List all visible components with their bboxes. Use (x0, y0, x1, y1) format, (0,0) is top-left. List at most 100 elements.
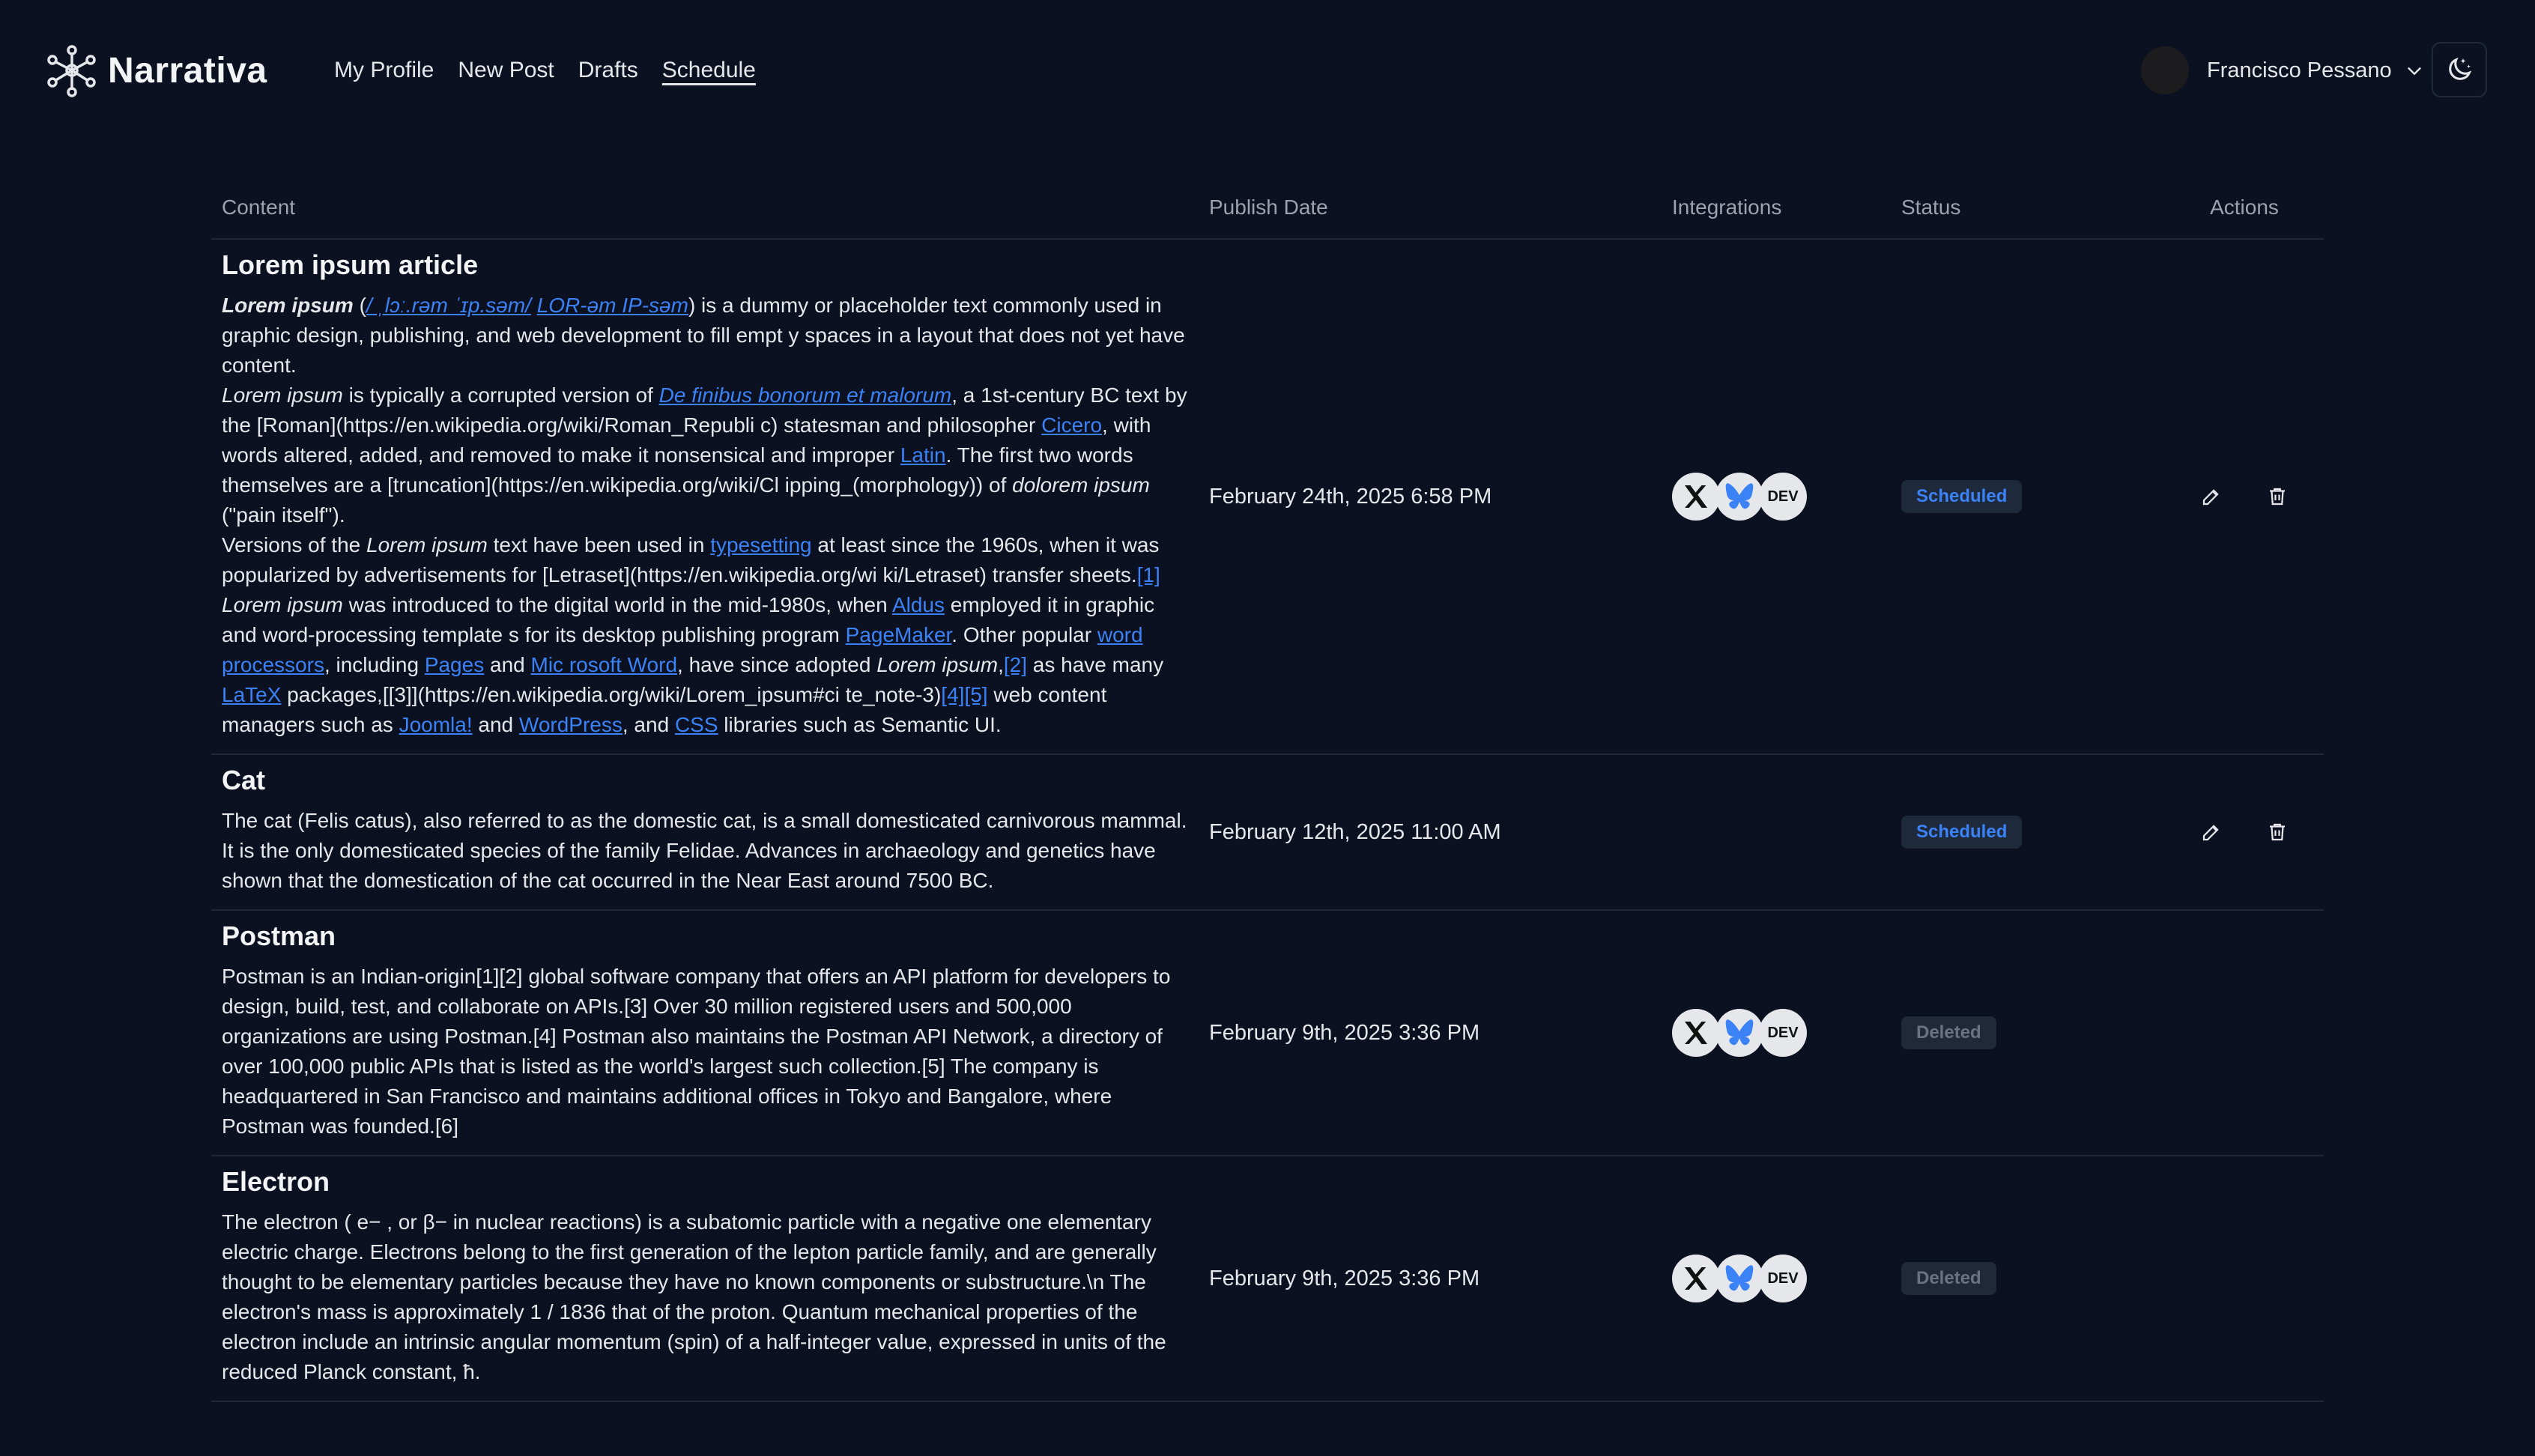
main-nav: My Profile New Post Drafts Schedule (334, 55, 756, 85)
content-cell: Electron The electron ( e− , or β− in nu… (211, 1156, 1199, 1402)
link[interactable]: Latin (900, 443, 946, 467)
row-actions (2175, 482, 2313, 512)
status-cell: Scheduled (1891, 754, 2165, 911)
header-publish-date: Publish Date (1199, 177, 1662, 240)
publish-date: February 24th, 2025 6:58 PM (1209, 484, 1492, 509)
app-name: Narrativa (108, 50, 267, 91)
post-title: Lorem ipsum article (222, 249, 479, 280)
table-header-row: Content Publish Date Integrations Status… (211, 177, 2324, 240)
dev-icon: DEV (1759, 1255, 1807, 1302)
moon-stars-icon (2449, 57, 2472, 80)
dev-icon: DEV (1759, 473, 1807, 521)
link[interactable]: Joomla! (399, 713, 473, 736)
x-icon (1672, 1009, 1720, 1057)
paragraph-1: Lorem ipsum (/ ˌlɔː.rəm ˈɪp.səm/ LOR-əm … (222, 294, 1185, 377)
nav-schedule[interactable]: Schedule (662, 55, 756, 85)
status-cell: Deleted (1891, 1156, 2165, 1402)
bluesky-icon (1715, 1255, 1763, 1302)
link[interactable]: [4] (941, 683, 964, 706)
link[interactable]: [5] (964, 683, 987, 706)
content-cell: Postman Postman is an Indian-origin[1][2… (211, 910, 1199, 1156)
integration-icons: DEV (1672, 473, 1880, 521)
integrations-cell: DEV (1662, 1156, 1891, 1402)
top-bar: Narrativa My Profile New Post Drafts Sch… (0, 0, 2535, 142)
content-cell: Cat The cat (Felis catus), also referred… (211, 754, 1199, 911)
delete-button[interactable] (2262, 482, 2292, 512)
bluesky-icon (1715, 1009, 1763, 1057)
status-badge: Deleted (1901, 1262, 1996, 1295)
publish-date: February 9th, 2025 3:36 PM (1209, 1266, 1480, 1290)
x-icon (1672, 473, 1720, 521)
post-body: Lorem ipsum (/ ˌlɔː.rəm ˈɪp.səm/ LOR-əm … (222, 291, 1188, 740)
pencil-icon (2202, 489, 2219, 506)
link[interactable]: / ˌlɔː.rəm ˈɪp.səm/ (366, 294, 531, 317)
link[interactable]: Cicero (1041, 413, 1102, 437)
date-cell: February 24th, 2025 6:58 PM (1199, 239, 1662, 755)
network-logo-icon (47, 45, 96, 97)
post-title: Electron (222, 1166, 330, 1197)
link[interactable]: [2] (1004, 653, 1027, 676)
publish-date: February 12th, 2025 11:00 AM (1209, 819, 1501, 844)
actions-cell (2165, 910, 2324, 1156)
status-cell: Deleted (1891, 910, 2165, 1156)
trash-icon (2270, 488, 2285, 506)
link[interactable]: WordPress (519, 713, 623, 736)
publish-date: February 9th, 2025 3:36 PM (1209, 1020, 1480, 1045)
row-actions (2175, 817, 2313, 847)
post-body: Postman is an Indian-origin[1][2] global… (222, 965, 1171, 1138)
chevron-down-icon (2407, 67, 2421, 76)
app-root: Narrativa My Profile New Post Drafts Sch… (0, 0, 2535, 1456)
trash-icon (2270, 823, 2285, 841)
date-cell: February 9th, 2025 3:36 PM (1199, 910, 1662, 1156)
edit-button[interactable] (2196, 482, 2226, 512)
logo[interactable]: Narrativa (45, 43, 267, 97)
link[interactable]: Mic rosoft Word (531, 653, 678, 676)
link[interactable]: CSS (675, 713, 718, 736)
link[interactable]: PageMaker (846, 623, 952, 646)
header-actions: Actions (2165, 177, 2324, 240)
user-menu[interactable]: Francisco Pessano (2141, 46, 2425, 94)
actions-cell (2165, 1156, 2324, 1402)
table-row: Lorem ipsum article Lorem ipsum (/ ˌlɔː.… (211, 239, 2324, 755)
link[interactable]: LOR-əm IP-səm (537, 294, 688, 317)
date-cell: February 9th, 2025 3:36 PM (1199, 1156, 1662, 1402)
integration-icons: DEV (1672, 1009, 1880, 1057)
schedule-table: Content Publish Date Integrations Status… (211, 177, 2324, 1402)
delete-button[interactable] (2262, 817, 2292, 847)
theme-toggle-button[interactable] (2432, 42, 2487, 97)
nav-new-post[interactable]: New Post (458, 55, 554, 85)
status-badge: Deleted (1901, 1016, 1996, 1049)
paragraph-3: Versions of the Lorem ipsum text have be… (222, 533, 1164, 736)
user-name: Francisco Pessano (2207, 58, 2392, 82)
pencil-icon (2202, 825, 2219, 841)
link[interactable]: typesetting (710, 533, 811, 556)
nav-drafts[interactable]: Drafts (578, 55, 638, 85)
table-row: Cat The cat (Felis catus), also referred… (211, 754, 2324, 911)
paragraph-2: Lorem ipsum is typically a corrupted ver… (222, 383, 1187, 527)
post-title: Cat (222, 765, 266, 795)
table-row: Electron The electron ( e− , or β− in nu… (211, 1156, 2324, 1402)
header-integrations: Integrations (1662, 177, 1891, 240)
link[interactable]: [1] (1137, 563, 1160, 586)
header-content: Content (211, 177, 1199, 240)
content-cell: Lorem ipsum article Lorem ipsum (/ ˌlɔː.… (211, 239, 1199, 755)
nav-my-profile[interactable]: My Profile (334, 55, 434, 85)
link[interactable]: Pages (425, 653, 484, 676)
edit-button[interactable] (2196, 817, 2226, 847)
status-badge: Scheduled (1901, 480, 2023, 513)
integrations-cell (1662, 754, 1891, 911)
status-cell: Scheduled (1891, 239, 2165, 755)
post-body: The electron ( e− , or β− in nuclear rea… (222, 1210, 1166, 1383)
link[interactable]: Aldus (892, 593, 945, 616)
link[interactable]: De finibus bonorum et malorum (659, 383, 952, 407)
post-title: Postman (222, 920, 336, 951)
dev-icon: DEV (1759, 1009, 1807, 1057)
header-status: Status (1891, 177, 2165, 240)
x-icon (1672, 1255, 1720, 1302)
integrations-cell: DEV (1662, 239, 1891, 755)
actions-cell (2165, 239, 2324, 755)
link[interactable]: LaTeX (222, 683, 281, 706)
integrations-cell: DEV (1662, 910, 1891, 1156)
post-body: The cat (Felis catus), also referred to … (222, 809, 1187, 892)
avatar (2141, 46, 2189, 94)
